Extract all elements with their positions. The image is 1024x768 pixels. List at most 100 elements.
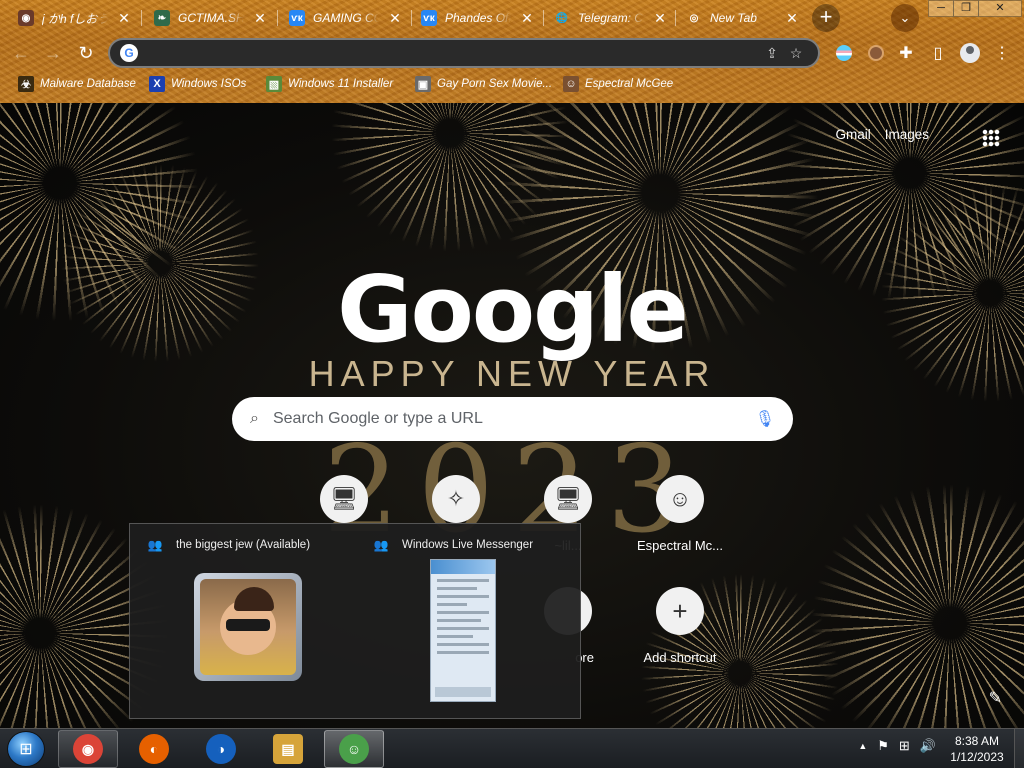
bookmark-malware-database[interactable]: ☣ Malware Database [18, 74, 136, 94]
close-icon[interactable]: ✕ [387, 10, 403, 26]
tab-separator [543, 10, 544, 26]
computer-icon: ▣ [415, 76, 431, 92]
pride-flag-extension-icon[interactable] [832, 41, 856, 65]
tab-title: Phandes Offi... [445, 11, 511, 25]
add-shortcut-button[interactable]: + Add shortcut [624, 587, 736, 665]
tab-6-active[interactable]: ◎ New Tab ✕ [678, 4, 808, 32]
clock[interactable]: 8:38 AM 1/12/2023 [942, 733, 1012, 765]
clock-date: 1/12/2023 [950, 750, 1004, 764]
bookmark-label: Malware Database [40, 78, 136, 90]
close-window-button[interactable]: ✕ [978, 0, 1022, 17]
search-box[interactable]: ⌕ 🎙 [232, 397, 793, 441]
bookmark-4[interactable]: ▣ Gay Porn Sex Movie... [415, 74, 552, 94]
messenger-icon: 👥 [373, 538, 389, 552]
close-icon[interactable]: ✕ [784, 10, 800, 26]
thumbnail-title: the biggest jew (Available) [176, 539, 311, 551]
tab-title: New Tab [710, 11, 757, 25]
avatar-icon: ☺ [656, 475, 704, 523]
malware-icon: ☣ [18, 76, 34, 92]
apps-grid-icon[interactable] [982, 129, 1000, 147]
contact-avatar-image [194, 573, 302, 681]
chrome-icon: ◎ [689, 12, 699, 24]
gctima-icon: ❧ [154, 10, 170, 26]
thumbnail-title: Windows Live Messenger [402, 539, 534, 551]
taskbar: ⊞ ◉ ◐ ◑ ▤ ☺ ▲ ⚑ ⊞ 🔊 8:38 AM 1/12/2023 [0, 728, 1024, 768]
start-button[interactable]: ⊞ [7, 731, 45, 767]
extensions-icon[interactable]: ✚ [894, 41, 918, 65]
x-icon: X [149, 76, 165, 92]
tab-2[interactable]: ❧ GCTIMA.SHOP ✕ [146, 4, 276, 32]
minimize-button[interactable]: ─ [928, 0, 954, 17]
messenger-icon: ☺ [339, 734, 369, 764]
taskbar-messenger[interactable]: ☺ [324, 730, 384, 768]
system-tray: ▲ ⚑ ⊞ 🔊 [858, 738, 936, 754]
share-icon[interactable]: ⇪ [760, 45, 784, 62]
bookmark-windows-11-installer[interactable]: ▧ Windows 11 Installer [266, 74, 393, 94]
address-input[interactable] [148, 45, 760, 61]
taskbar-obama-logo[interactable]: ◑ [191, 730, 251, 768]
avatar-icon: ◉ [18, 10, 34, 26]
back-button[interactable]: ← [8, 40, 34, 66]
close-icon[interactable]: ✕ [652, 10, 668, 26]
magnifier-icon: ✧ [432, 475, 480, 523]
thumbnail-header: 👥 Windows Live Messenger [372, 538, 534, 552]
taskbar-firefox[interactable]: ◐ [124, 730, 184, 768]
tab-3[interactable]: ѵк GAMING CO... ✕ [281, 4, 411, 32]
vk-icon: ѵк [421, 10, 437, 26]
doodle-subtitle[interactable]: HAPPY NEW YEAR [0, 353, 1024, 395]
avatar-icon: ☺ [563, 76, 579, 92]
shortcut-label: Add shortcut [643, 650, 717, 665]
tab-4[interactable]: ѵк Phandes Offi... ✕ [413, 4, 543, 32]
bookmark-windows-isos[interactable]: X Windows ISOs [149, 74, 246, 94]
image-icon: ▧ [266, 76, 282, 92]
address-bar[interactable]: G ⇪ ☆ [108, 38, 820, 68]
customize-pencil-icon[interactable]: ✎ [989, 688, 1002, 708]
tab-separator [277, 10, 278, 26]
thumbnail-header: 👥 the biggest jew (Available) [146, 538, 311, 552]
computer-icon: 🖥 [320, 475, 368, 523]
tab-5[interactable]: 🌐 Telegram: Co... ✕ [546, 4, 676, 32]
new-tab-button[interactable]: + [812, 4, 840, 32]
messenger-icon: 👥 [147, 538, 163, 552]
tab-1[interactable]: ◉ j かh fしおう ✕ [10, 4, 140, 32]
google-logo: Google [337, 256, 689, 363]
show-desktop-button[interactable] [1014, 729, 1024, 768]
tab-title: GCTIMA.SHOP [178, 11, 244, 25]
messenger-window-preview [430, 559, 496, 702]
microphone-icon[interactable]: 🎙 [755, 409, 775, 429]
bookmark-espectral-mcgee[interactable]: ☺ Espectral McGee [563, 74, 673, 94]
bookmark-star-icon[interactable]: ☆ [784, 45, 808, 62]
close-icon[interactable]: ✕ [116, 10, 132, 26]
profile-icon[interactable] [958, 41, 982, 65]
top-links: Gmail Images [835, 127, 929, 142]
tab-separator [411, 10, 412, 26]
shortcut-espectral-mcgee[interactable]: ☺ Espectral Mc... [624, 475, 736, 553]
show-hidden-icons[interactable]: ▲ [858, 741, 867, 754]
taskbar-thumbnail-popup: 👥 the biggest jew (Available) 👥 Windows … [129, 523, 581, 719]
tab-title: j かh fしおう [42, 11, 108, 26]
taskbar-explorer[interactable]: ▤ [258, 730, 318, 768]
side-panel-icon[interactable]: ▯ [926, 41, 950, 65]
network-icon[interactable]: ⊞ [899, 738, 910, 754]
tab-separator [141, 10, 142, 26]
folder-icon: ▤ [273, 734, 303, 764]
globe-icon: 🌐 [555, 12, 569, 24]
restore-button[interactable]: ❐ [953, 0, 979, 17]
images-link[interactable]: Images [885, 127, 929, 142]
volume-icon[interactable]: 🔊 [920, 738, 936, 754]
tab-search-button[interactable]: ⌄ [891, 4, 919, 32]
gmail-link[interactable]: Gmail [835, 127, 870, 142]
forward-button[interactable]: → [40, 40, 66, 66]
avatar-extension-icon[interactable] [864, 41, 888, 65]
menu-icon[interactable]: ⋮ [990, 41, 1014, 65]
taskbar-chrome[interactable]: ◉ [58, 730, 118, 768]
reload-button[interactable]: ↻ [73, 40, 99, 66]
search-input[interactable] [272, 410, 741, 428]
bookmark-label: Espectral McGee [585, 78, 674, 90]
close-icon[interactable]: ✕ [252, 10, 268, 26]
action-center-flag-icon[interactable]: ⚑ [877, 738, 889, 754]
thumbnail-conversation[interactable]: 👥 the biggest jew (Available) [130, 524, 356, 720]
bookmark-label: Windows 11 Installer [288, 78, 394, 90]
close-icon[interactable]: ✕ [519, 10, 535, 26]
computer-icon: 🖥 [544, 475, 592, 523]
